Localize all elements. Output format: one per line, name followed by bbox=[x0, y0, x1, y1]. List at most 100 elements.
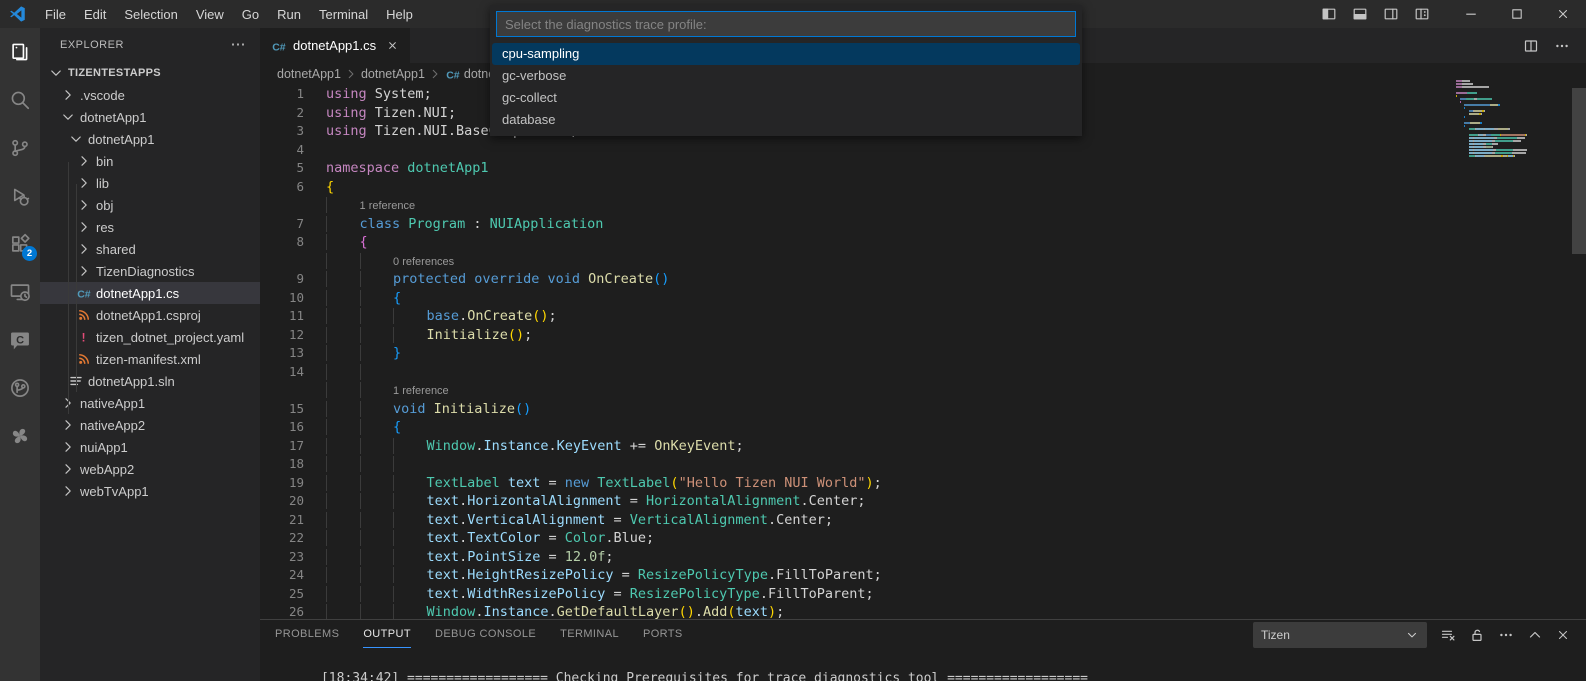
activity-item-run-debug[interactable] bbox=[0, 172, 40, 220]
tab-close-icon[interactable] bbox=[386, 39, 399, 52]
tree-item-dotnetapp1[interactable]: dotnetApp1 bbox=[40, 106, 260, 128]
line-number: 6 bbox=[260, 178, 304, 197]
close-window-button[interactable] bbox=[1540, 0, 1586, 28]
chevron-down-icon bbox=[68, 131, 84, 147]
activity-item-tizen-pinwheel[interactable] bbox=[0, 412, 40, 460]
quick-pick-item-cpu-sampling[interactable]: cpu-sampling bbox=[492, 43, 1080, 65]
codelens-reference[interactable]: 1 reference bbox=[393, 385, 449, 397]
activity-item-circle-branch[interactable] bbox=[0, 364, 40, 412]
activity-item-source-control[interactable] bbox=[0, 124, 40, 172]
code-line: 21 text.VerticalAlignment = VerticalAlig… bbox=[260, 511, 1572, 530]
chevron-right-icon bbox=[344, 67, 358, 81]
maximize-button[interactable] bbox=[1494, 0, 1540, 28]
tizen-pinwheel-icon bbox=[9, 425, 31, 447]
tree-item-tizendiagnostics[interactable]: TizenDiagnostics bbox=[40, 260, 260, 282]
line-number: 22 bbox=[260, 529, 304, 548]
csharp-file-icon: C# bbox=[445, 66, 461, 82]
panel-tab-terminal[interactable]: TERMINAL bbox=[560, 622, 619, 648]
quick-pick-item-database[interactable]: database bbox=[492, 109, 1080, 131]
panel-tab-problems[interactable]: PROBLEMS bbox=[275, 622, 339, 648]
codelens-reference[interactable]: 1 reference bbox=[360, 200, 416, 212]
quick-pick-item-gc-verbose[interactable]: gc-verbose bbox=[492, 65, 1080, 87]
code-editor[interactable]: 1using System;2using Tizen.NUI;3using Ti… bbox=[260, 85, 1572, 620]
menu-help[interactable]: Help bbox=[377, 4, 422, 25]
activity-item-extensions[interactable]: 2 bbox=[0, 220, 40, 268]
menu-selection[interactable]: Selection bbox=[115, 4, 186, 25]
breadcrumb-item[interactable]: dotnetApp1 bbox=[277, 67, 341, 81]
split-editor-icon[interactable] bbox=[1523, 38, 1539, 54]
panel-tab-debug-console[interactable]: DEBUG CONSOLE bbox=[435, 622, 536, 648]
tree-item-nativeapp1[interactable]: nativeApp1 bbox=[40, 392, 260, 414]
line-number: 19 bbox=[260, 474, 304, 493]
quick-pick-item-gc-collect[interactable]: gc-collect bbox=[492, 87, 1080, 109]
window-controls bbox=[1448, 0, 1586, 28]
layout-sidebar-right-icon[interactable] bbox=[1383, 6, 1399, 22]
clear-output-icon[interactable] bbox=[1440, 627, 1456, 643]
activity-item-search[interactable] bbox=[0, 76, 40, 124]
layout-sidebar-left-icon[interactable] bbox=[1321, 6, 1337, 22]
layout-customize-icon[interactable] bbox=[1414, 6, 1430, 22]
panel-tab-output[interactable]: OUTPUT bbox=[363, 622, 411, 648]
sidebar-more-actions-icon[interactable]: ⋯ bbox=[231, 40, 247, 50]
tree-root-tizentestapps[interactable]: TIZENTESTAPPS bbox=[40, 62, 260, 84]
sidebar-header: EXPLORER ⋯ bbox=[40, 28, 260, 62]
line-number: 11 bbox=[260, 307, 304, 326]
tree-item-dotnetapp1-sln[interactable]: dotnetApp1.sln bbox=[40, 370, 260, 392]
chevron-right-icon bbox=[60, 483, 76, 499]
line-number: 7 bbox=[260, 215, 304, 234]
panel-more-actions-icon[interactable] bbox=[1498, 627, 1514, 643]
activity-bar: 2C bbox=[0, 28, 40, 681]
menu-edit[interactable]: Edit bbox=[75, 4, 115, 25]
tree-item--vscode[interactable]: .vscode bbox=[40, 84, 260, 106]
editor-more-actions-icon[interactable] bbox=[1554, 38, 1570, 54]
close-panel-icon[interactable] bbox=[1556, 628, 1570, 642]
tree-item-res[interactable]: res bbox=[40, 216, 260, 238]
chevron-right-icon bbox=[60, 461, 76, 477]
tree-item-bin[interactable]: bin bbox=[40, 150, 260, 172]
line-number: 8 bbox=[260, 233, 304, 252]
codelens-row: 0 references bbox=[260, 252, 1572, 271]
activity-item-explorer[interactable] bbox=[0, 28, 40, 76]
breadcrumb-item[interactable]: dotnetApp1 bbox=[361, 67, 425, 81]
menu-go[interactable]: Go bbox=[233, 4, 268, 25]
tree-item-webtvapp1[interactable]: webTvApp1 bbox=[40, 480, 260, 502]
vscode-logo-icon bbox=[0, 5, 36, 23]
scrollbar-thumb[interactable] bbox=[1572, 88, 1586, 254]
menu-file[interactable]: File bbox=[36, 4, 75, 25]
code-line: 24 text.HeightResizePolicy = ResizePolic… bbox=[260, 566, 1572, 585]
tree-item-lib[interactable]: lib bbox=[40, 172, 260, 194]
tree-item-tizen-manifest-xml[interactable]: tizen-manifest.xml bbox=[40, 348, 260, 370]
code-line: 25 text.WidthResizePolicy = ResizePolicy… bbox=[260, 585, 1572, 604]
tree-item-obj[interactable]: obj bbox=[40, 194, 260, 216]
tree-item-dotnetapp1-cs[interactable]: C#dotnetApp1.cs bbox=[40, 282, 260, 304]
maximize-panel-icon[interactable] bbox=[1527, 627, 1543, 643]
minimize-button[interactable] bbox=[1448, 0, 1494, 28]
tree-item-webapp2[interactable]: webApp2 bbox=[40, 458, 260, 480]
tree-item-tizen-dotnet-project-yaml[interactable]: !tizen_dotnet_project.yaml bbox=[40, 326, 260, 348]
tree-item-dotnetapp1-csproj[interactable]: dotnetApp1.csproj bbox=[40, 304, 260, 326]
unlock-icon[interactable] bbox=[1469, 627, 1485, 643]
menu-run[interactable]: Run bbox=[268, 4, 310, 25]
codelens-reference[interactable]: 0 references bbox=[393, 256, 454, 268]
activity-item-csharp-chat[interactable]: C bbox=[0, 316, 40, 364]
menu-terminal[interactable]: Terminal bbox=[310, 4, 377, 25]
quick-pick-input[interactable] bbox=[496, 11, 1076, 37]
code-line: 14 bbox=[260, 363, 1572, 382]
minimap[interactable] bbox=[1456, 80, 1570, 158]
circle-branch-icon bbox=[9, 377, 31, 399]
chevron-right-icon bbox=[428, 67, 442, 81]
tree-item-dotnetapp1[interactable]: dotnetApp1 bbox=[40, 128, 260, 150]
output-channel-select[interactable]: Tizen bbox=[1253, 622, 1427, 648]
tree-item-shared[interactable]: shared bbox=[40, 238, 260, 260]
chevron-down-icon bbox=[48, 65, 64, 81]
layout-panel-icon[interactable] bbox=[1352, 6, 1368, 22]
line-number: 10 bbox=[260, 289, 304, 308]
menu-view[interactable]: View bbox=[187, 4, 233, 25]
panel-tab-ports[interactable]: PORTS bbox=[643, 622, 683, 648]
code-line: 7 class Program : NUIApplication bbox=[260, 215, 1572, 234]
activity-item-remote-explorer[interactable] bbox=[0, 268, 40, 316]
tree-item-nativeapp2[interactable]: nativeApp2 bbox=[40, 414, 260, 436]
tree-item-nuiapp1[interactable]: nuiApp1 bbox=[40, 436, 260, 458]
chevron-right-icon bbox=[76, 263, 92, 279]
tab-dotnetapp1-cs[interactable]: C# dotnetApp1.cs bbox=[260, 28, 410, 63]
